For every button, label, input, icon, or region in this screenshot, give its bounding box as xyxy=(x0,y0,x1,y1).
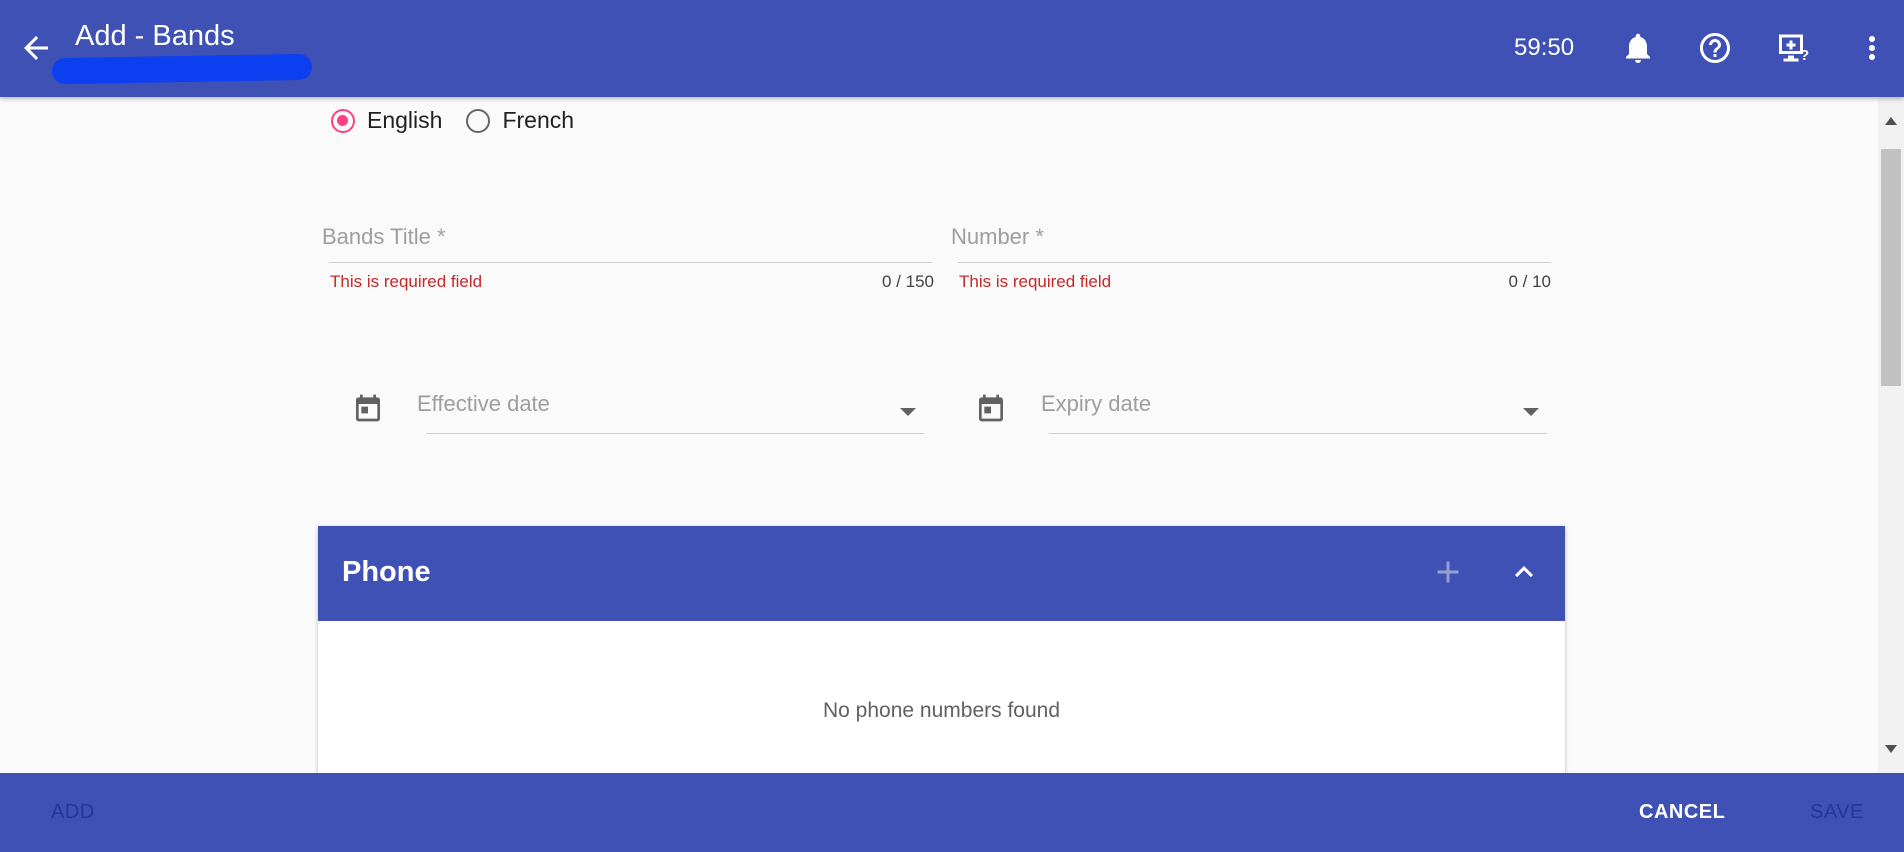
session-timer: 59:50 xyxy=(1514,34,1575,61)
expiry-date-underline xyxy=(1049,433,1547,434)
phone-panel-title: Phone xyxy=(342,556,431,588)
effective-date-label: Effective date xyxy=(417,391,550,416)
phone-panel-header[interactable]: Phone xyxy=(318,526,1565,621)
bands-title-error: This is required field xyxy=(330,272,483,291)
expand-less-icon[interactable] xyxy=(1506,554,1542,590)
radio-english[interactable]: English xyxy=(331,107,442,134)
notifications-bell-icon[interactable] xyxy=(1620,30,1656,66)
cancel-button[interactable]: CANCEL xyxy=(1639,801,1725,824)
scroll-up-arrow-icon[interactable] xyxy=(1885,117,1897,125)
back-arrow-icon[interactable] xyxy=(18,30,54,66)
phone-panel: Phone No phone numbers found xyxy=(318,526,1565,773)
bands-title-counter: 0 / 150 xyxy=(882,272,934,291)
expiry-date-label: Expiry date xyxy=(1041,391,1152,416)
radio-french-label: French xyxy=(502,107,575,133)
page-title: Add - Bands xyxy=(75,20,235,52)
effective-date-underline xyxy=(426,433,924,434)
redaction-mark xyxy=(51,53,313,85)
number-label: Number * xyxy=(951,224,1044,249)
bands-title-field[interactable]: Bands Title * This is required field 0 /… xyxy=(322,224,934,304)
radio-english-label: English xyxy=(367,107,443,133)
app-header: Add - Bands 59:50 ? xyxy=(0,0,1904,97)
phone-empty-message: No phone numbers found xyxy=(823,699,1060,722)
add-icon[interactable] xyxy=(1430,554,1466,590)
calendar-icon[interactable] xyxy=(352,391,384,425)
expiry-date-picker[interactable]: Expiry date xyxy=(975,385,1550,445)
radio-french[interactable]: French xyxy=(466,107,574,134)
dropdown-arrow-icon[interactable] xyxy=(900,408,916,416)
scroll-down-arrow-icon[interactable] xyxy=(1885,745,1897,753)
bands-title-label: Bands Title * xyxy=(322,224,446,249)
add-button[interactable]: ADD xyxy=(51,801,95,824)
save-button[interactable]: SAVE xyxy=(1810,801,1864,824)
number-counter: 0 / 10 xyxy=(1508,272,1551,291)
screen-help-icon[interactable]: ? xyxy=(1776,30,1812,66)
page-scrollbar[interactable] xyxy=(1878,97,1904,773)
dropdown-arrow-icon[interactable] xyxy=(1523,408,1539,416)
action-bar: ADD CANCEL SAVE xyxy=(0,773,1904,852)
language-radio-group: English French xyxy=(331,107,598,134)
effective-date-picker[interactable]: Effective date xyxy=(352,385,926,445)
scrollbar-thumb[interactable] xyxy=(1881,149,1901,386)
help-icon[interactable] xyxy=(1697,30,1733,66)
bands-title-underline xyxy=(329,262,932,263)
number-field[interactable]: Number * This is required field 0 / 10 xyxy=(951,224,1551,304)
radio-unchecked-icon xyxy=(466,108,491,133)
form-content: English French Bands Title * This is req… xyxy=(0,97,1878,773)
number-underline xyxy=(958,262,1551,263)
more-vert-icon[interactable] xyxy=(1854,30,1890,66)
svg-text:?: ? xyxy=(1800,47,1809,64)
radio-checked-icon xyxy=(331,108,355,133)
number-error: This is required field xyxy=(959,272,1112,291)
calendar-icon[interactable] xyxy=(975,391,1007,425)
